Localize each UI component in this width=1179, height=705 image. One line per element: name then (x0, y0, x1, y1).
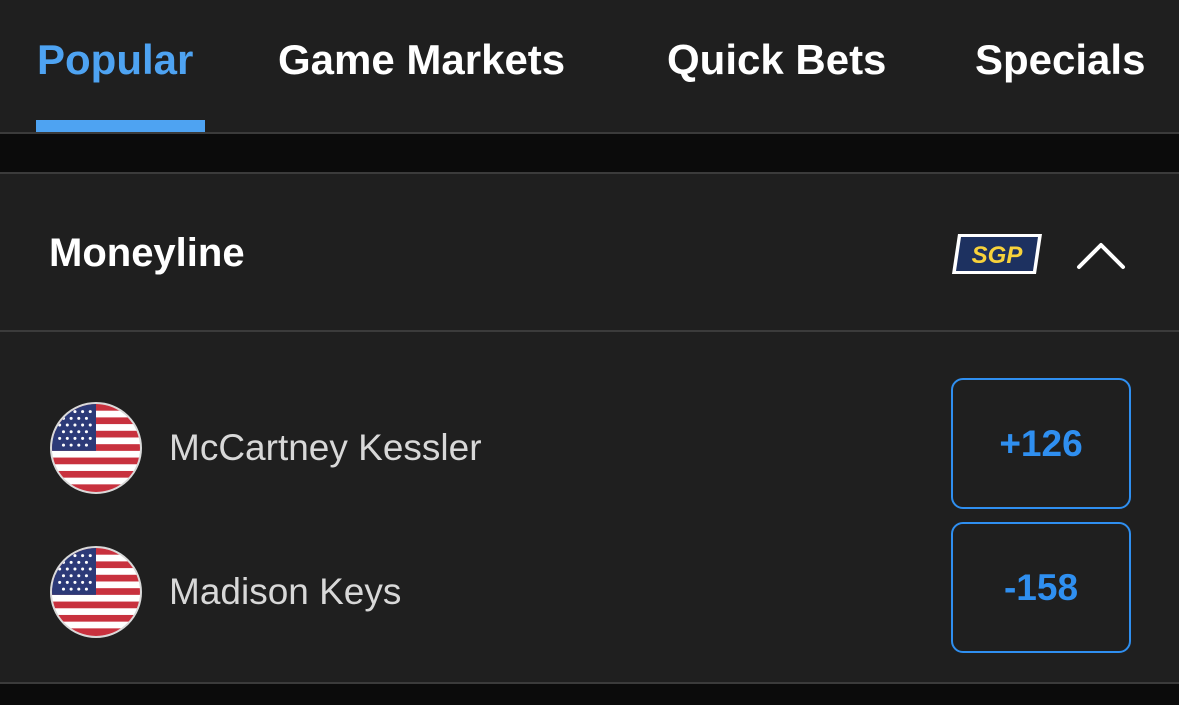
odds-button[interactable]: -158 (951, 522, 1131, 653)
tab-specials[interactable]: Specials (975, 36, 1145, 84)
market-tabs: Popular Game Markets Quick Bets Specials (0, 0, 1179, 134)
tab-popular[interactable]: Popular (37, 36, 193, 84)
sgp-badge-icon: SGP (952, 234, 1042, 274)
us-flag-icon (50, 402, 142, 494)
collapse-button[interactable] (1074, 234, 1128, 274)
active-tab-indicator (36, 120, 205, 132)
moneyline-market: Moneyline SGP McCartney Kessler +126 Mad… (0, 172, 1179, 682)
sgp-badge: SGP (950, 232, 1044, 276)
market-title: Moneyline (49, 231, 245, 275)
tab-quick-bets[interactable]: Quick Bets (667, 36, 886, 84)
sgp-badge-label: SGP (972, 242, 1024, 269)
odds-button[interactable]: +126 (951, 378, 1131, 509)
section-spacer (0, 684, 1179, 705)
player-name: Madison Keys (169, 571, 402, 612)
selection-row: Madison Keys -158 (0, 522, 1179, 654)
player-name: McCartney Kessler (169, 427, 482, 468)
us-flag-icon (50, 546, 142, 638)
selection-row: McCartney Kessler +126 (0, 378, 1179, 510)
chevron-up-icon (1077, 243, 1125, 269)
market-header[interactable]: Moneyline SGP (0, 174, 1179, 332)
section-spacer (0, 134, 1179, 172)
tab-game-markets[interactable]: Game Markets (278, 36, 565, 84)
